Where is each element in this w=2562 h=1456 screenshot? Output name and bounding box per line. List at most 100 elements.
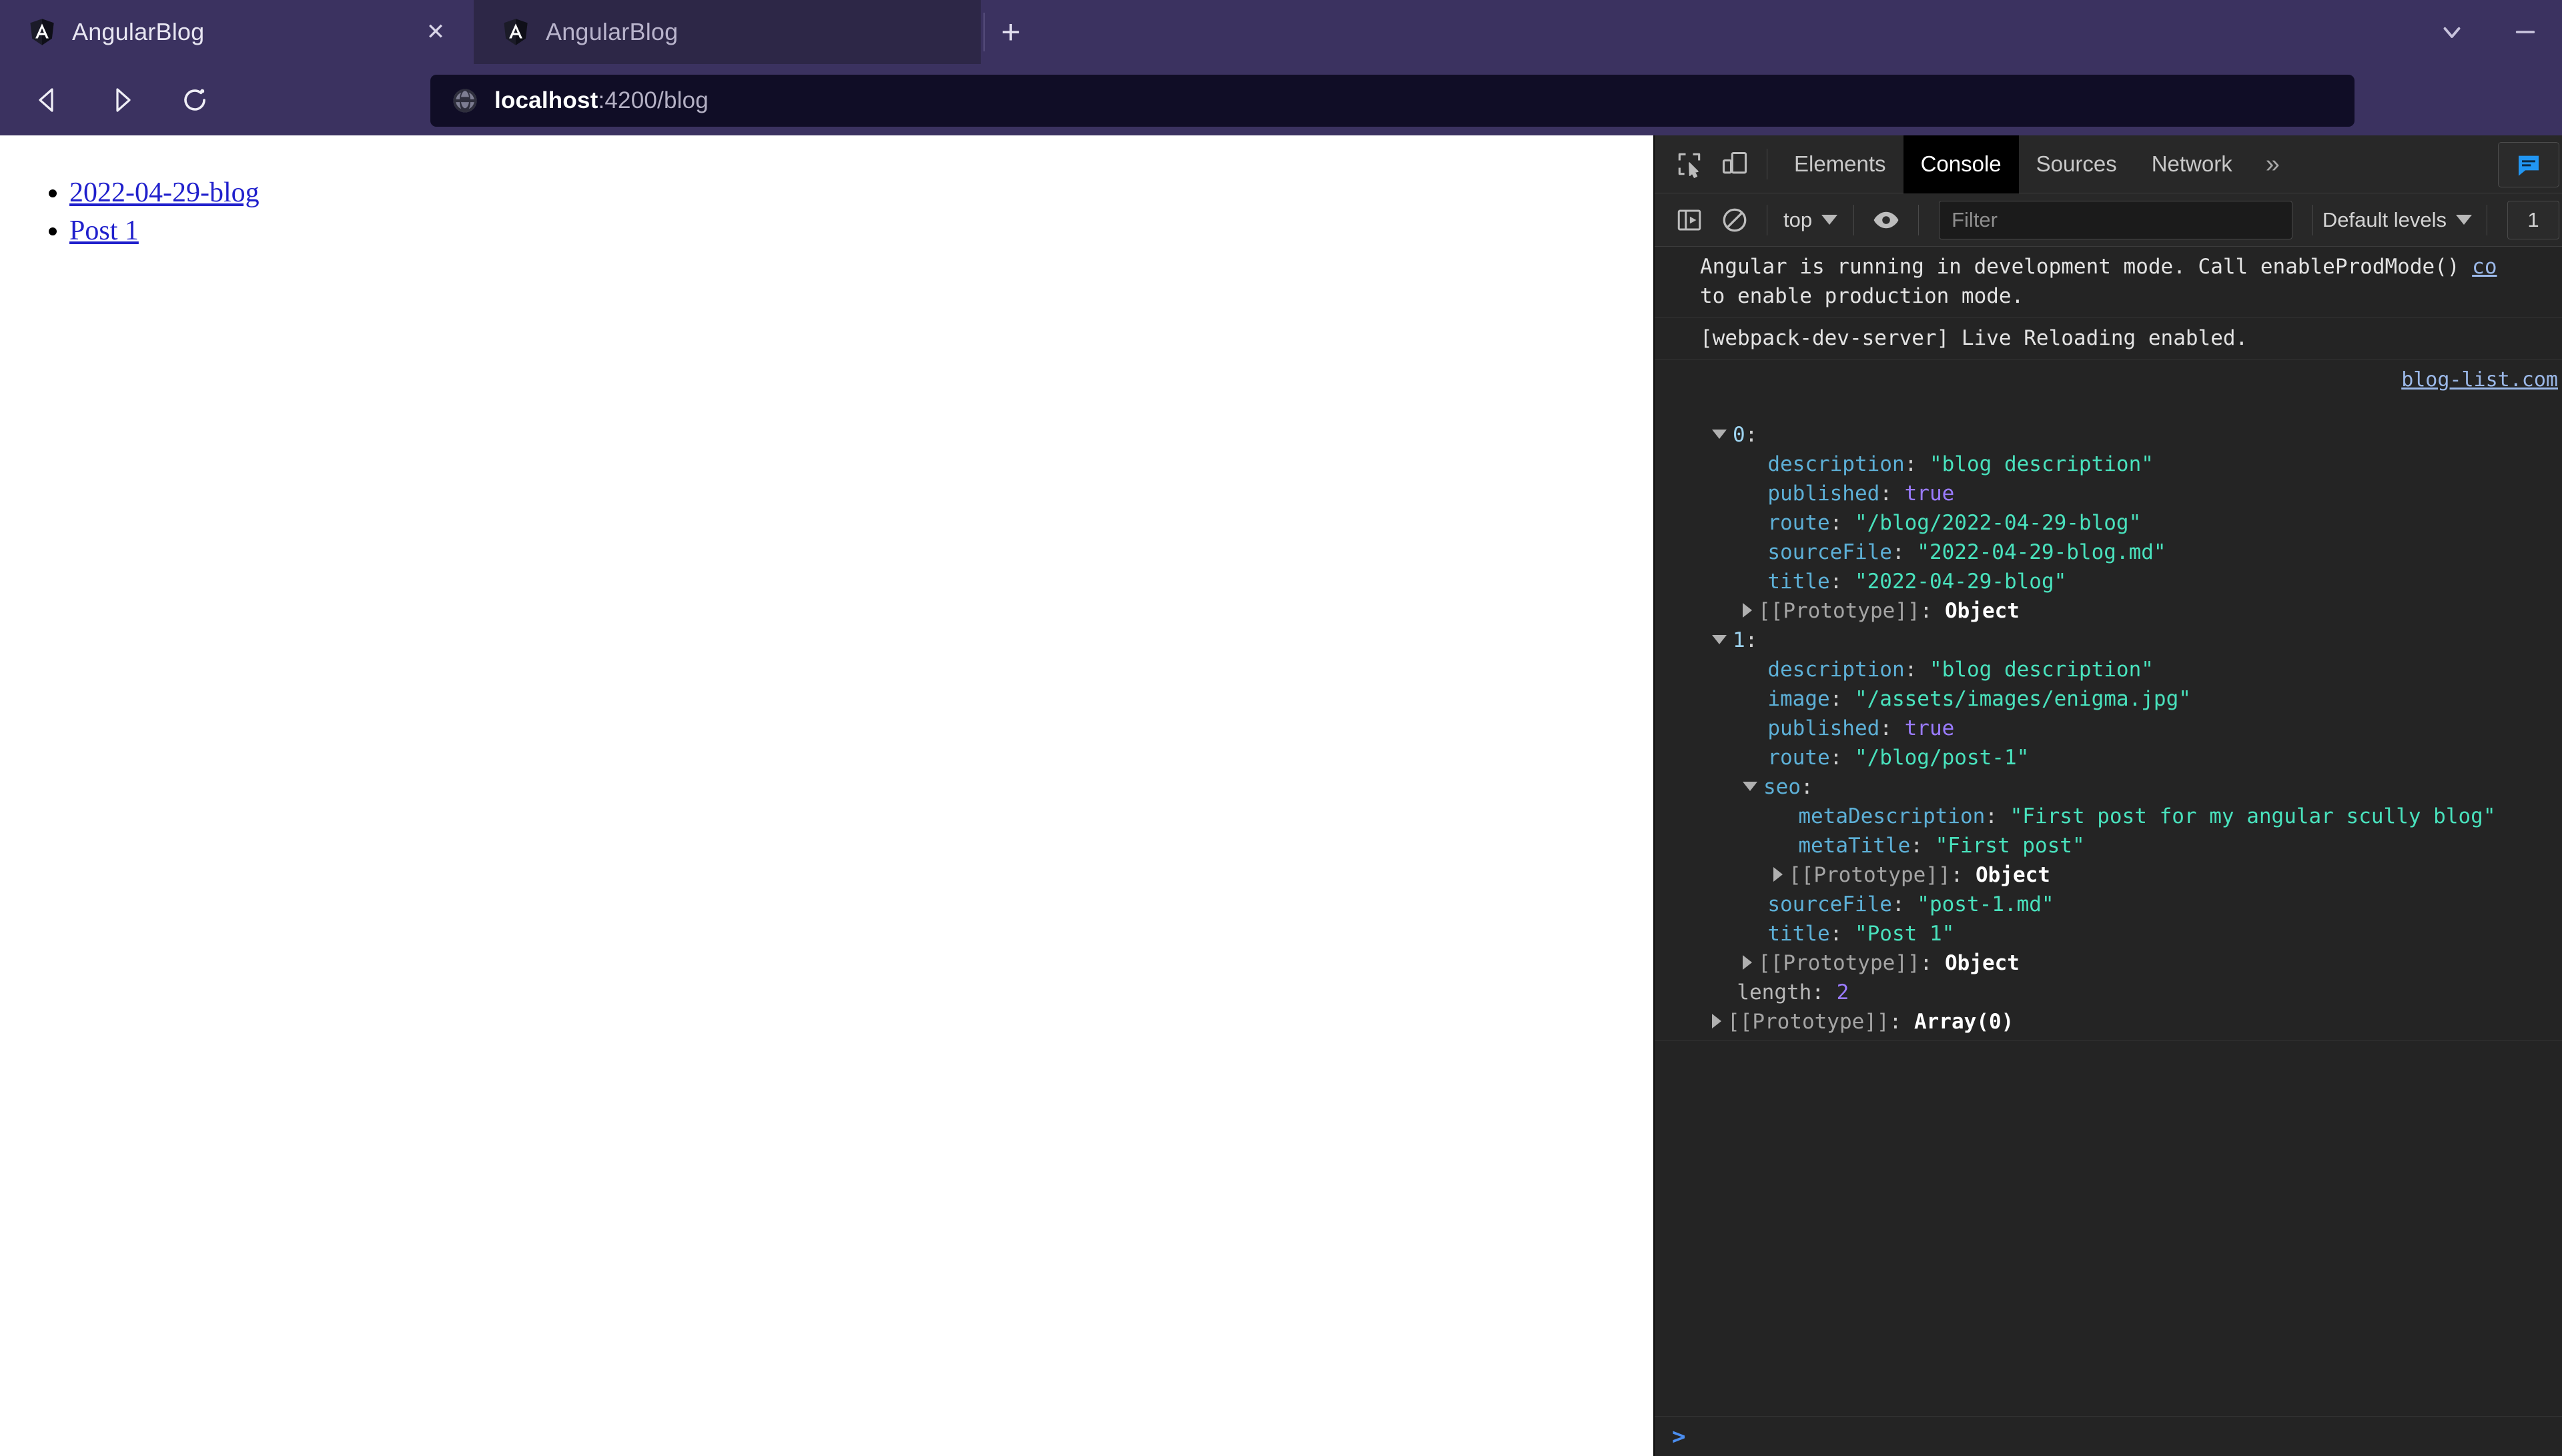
prompt-caret-icon: >	[1672, 1423, 1686, 1450]
object-key: metaTitle	[1798, 834, 1911, 858]
tab-console[interactable]: Console	[1903, 135, 2019, 193]
address-bar-text: localhost:4200/blog	[494, 87, 709, 114]
browser-tab-1[interactable]: AngularBlog ✕	[0, 0, 474, 64]
object-separator: :	[1829, 511, 1855, 535]
object-tree-rows: 0: description: "blog description" publi…	[1655, 420, 2562, 1036]
object-tree-row: metaDescription: "First post for my angu…	[1655, 802, 2562, 831]
expand-triangle-icon[interactable]	[1743, 954, 1752, 970]
console-prompt[interactable]: >	[1655, 1416, 2562, 1456]
object-separator: :	[1829, 687, 1855, 711]
object-value: "/blog/post-1"	[1854, 746, 2030, 770]
list-item: Post 1	[69, 212, 1653, 250]
tab-sources[interactable]: Sources	[2019, 135, 2134, 193]
issues-count-badge[interactable]: 1	[2507, 200, 2559, 239]
url-host: localhost	[494, 87, 598, 113]
object-key: [[Prototype]]	[1789, 863, 1951, 887]
console-object-message: blog-list.com (2) [{…}, {…}]i 0: descrip…	[1655, 360, 2562, 1041]
tab-title: AngularBlog	[546, 18, 679, 45]
log-levels-select[interactable]: Default levels	[2322, 208, 2477, 232]
console-log[interactable]: Angular is running in development mode. …	[1655, 247, 2562, 1416]
object-key: seo	[1763, 775, 1801, 799]
object-value: 2	[1836, 980, 1849, 1004]
object-value: Object	[1975, 863, 2050, 887]
address-bar[interactable]: localhost:4200/blog	[430, 75, 2355, 127]
object-tree-row: published: true	[1655, 479, 2562, 508]
message-link[interactable]: co	[2472, 255, 2497, 279]
object-key: metaDescription	[1798, 804, 1986, 828]
tab-network[interactable]: Network	[2134, 135, 2250, 193]
object-tree-row[interactable]: seo:	[1655, 772, 2562, 802]
blog-list: 2022-04-29-blog Post 1	[0, 135, 1653, 250]
back-arrow-icon[interactable]	[16, 68, 80, 132]
object-tree-row: sourceFile: "2022-04-29-blog.md"	[1655, 538, 2562, 567]
divider	[1853, 204, 1855, 235]
expand-triangle-icon[interactable]	[1743, 602, 1752, 618]
object-tree-row: title: "2022-04-29-blog"	[1655, 567, 2562, 596]
navigation-bar: localhost:4200/blog	[0, 64, 2562, 135]
object-separator: :	[1889, 1010, 1914, 1034]
object-tree-row[interactable]: [[Prototype]]: Array(0)	[1655, 1007, 2562, 1036]
console-message-text: [webpack-dev-server] Live Reloading enab…	[1700, 326, 2248, 350]
clear-console-icon[interactable]	[1712, 197, 1757, 243]
filter-input[interactable]: Filter	[1939, 200, 2292, 239]
expand-triangle-icon[interactable]	[1743, 781, 1757, 791]
object-tree-row: sourceFile: "post-1.md"	[1655, 890, 2562, 919]
window-controls	[2415, 0, 2562, 64]
inspect-element-icon[interactable]	[1667, 141, 1712, 187]
object-key: title	[1767, 922, 1830, 946]
more-tabs-icon[interactable]: »	[2250, 135, 2296, 193]
blog-link[interactable]: 2022-04-29-blog	[69, 177, 260, 208]
object-separator: :	[1919, 951, 1945, 975]
tab-elements[interactable]: Elements	[1777, 135, 1903, 193]
expand-triangle-icon[interactable]	[1712, 429, 1727, 439]
execution-context-select[interactable]: top	[1777, 208, 1844, 232]
expand-triangle-icon[interactable]	[1773, 866, 1783, 882]
object-tree-row: length: 2	[1655, 978, 2562, 1007]
object-separator: :	[1891, 540, 1917, 564]
forward-arrow-icon[interactable]	[89, 68, 153, 132]
minimize-icon[interactable]	[2489, 0, 2562, 64]
reload-arrow-icon[interactable]	[163, 68, 227, 132]
object-separator: :	[1829, 570, 1855, 594]
object-tree-row[interactable]: [[Prototype]]: Object	[1655, 596, 2562, 626]
devtools-tabbar: Elements Console Sources Network »	[1655, 135, 2562, 193]
console-sidebar-icon[interactable]	[1667, 197, 1712, 243]
object-separator: :	[1829, 746, 1855, 770]
device-toolbar-icon[interactable]	[1712, 141, 1757, 187]
object-tree-row: published: true	[1655, 714, 2562, 743]
object-key: 1	[1733, 628, 1745, 652]
expand-triangle-icon[interactable]	[1712, 634, 1727, 644]
object-separator: :	[1985, 804, 2010, 828]
close-icon[interactable]: ✕	[420, 17, 451, 47]
object-tree-row: image: "/assets/images/enigma.jpg"	[1655, 684, 2562, 714]
expand-triangle-icon[interactable]	[1712, 1013, 1721, 1028]
object-tree-row[interactable]: 0:	[1655, 420, 2562, 450]
console-filter-bar: top Filter Default levels 1	[1655, 193, 2562, 247]
object-tree-row[interactable]: 1:	[1655, 626, 2562, 655]
object-key: published	[1767, 482, 1880, 506]
object-value: "blog description"	[1929, 452, 2154, 476]
object-tree-row[interactable]: [[Prototype]]: Object	[1655, 948, 2562, 978]
chevron-down-icon[interactable]	[2415, 0, 2489, 64]
object-value: "Post 1"	[1854, 922, 1955, 946]
object-separator: :	[1811, 980, 1837, 1004]
object-tree-row[interactable]: [[Prototype]]: Object	[1655, 860, 2562, 890]
object-key: description	[1767, 452, 1905, 476]
object-tree-root[interactable]: (2) [{…}, {…}]i	[1655, 391, 2562, 420]
object-value: "blog description"	[1929, 658, 2154, 682]
object-key: length	[1737, 980, 1812, 1004]
object-separator: :	[1919, 599, 1945, 623]
list-item: 2022-04-29-blog	[69, 174, 1653, 212]
blog-link[interactable]: Post 1	[69, 215, 139, 246]
object-separator: :	[1879, 716, 1905, 740]
browser-tab-2[interactable]: AngularBlog	[474, 0, 981, 64]
viewport-row: 2022-04-29-blog Post 1	[0, 135, 2562, 1456]
live-expression-icon[interactable]	[1863, 197, 1909, 243]
url-path: :4200/blog	[598, 87, 709, 113]
object-value: true	[1904, 482, 1955, 506]
new-tab-button[interactable]: +	[985, 0, 1037, 64]
messages-badge-icon[interactable]	[2498, 141, 2559, 187]
